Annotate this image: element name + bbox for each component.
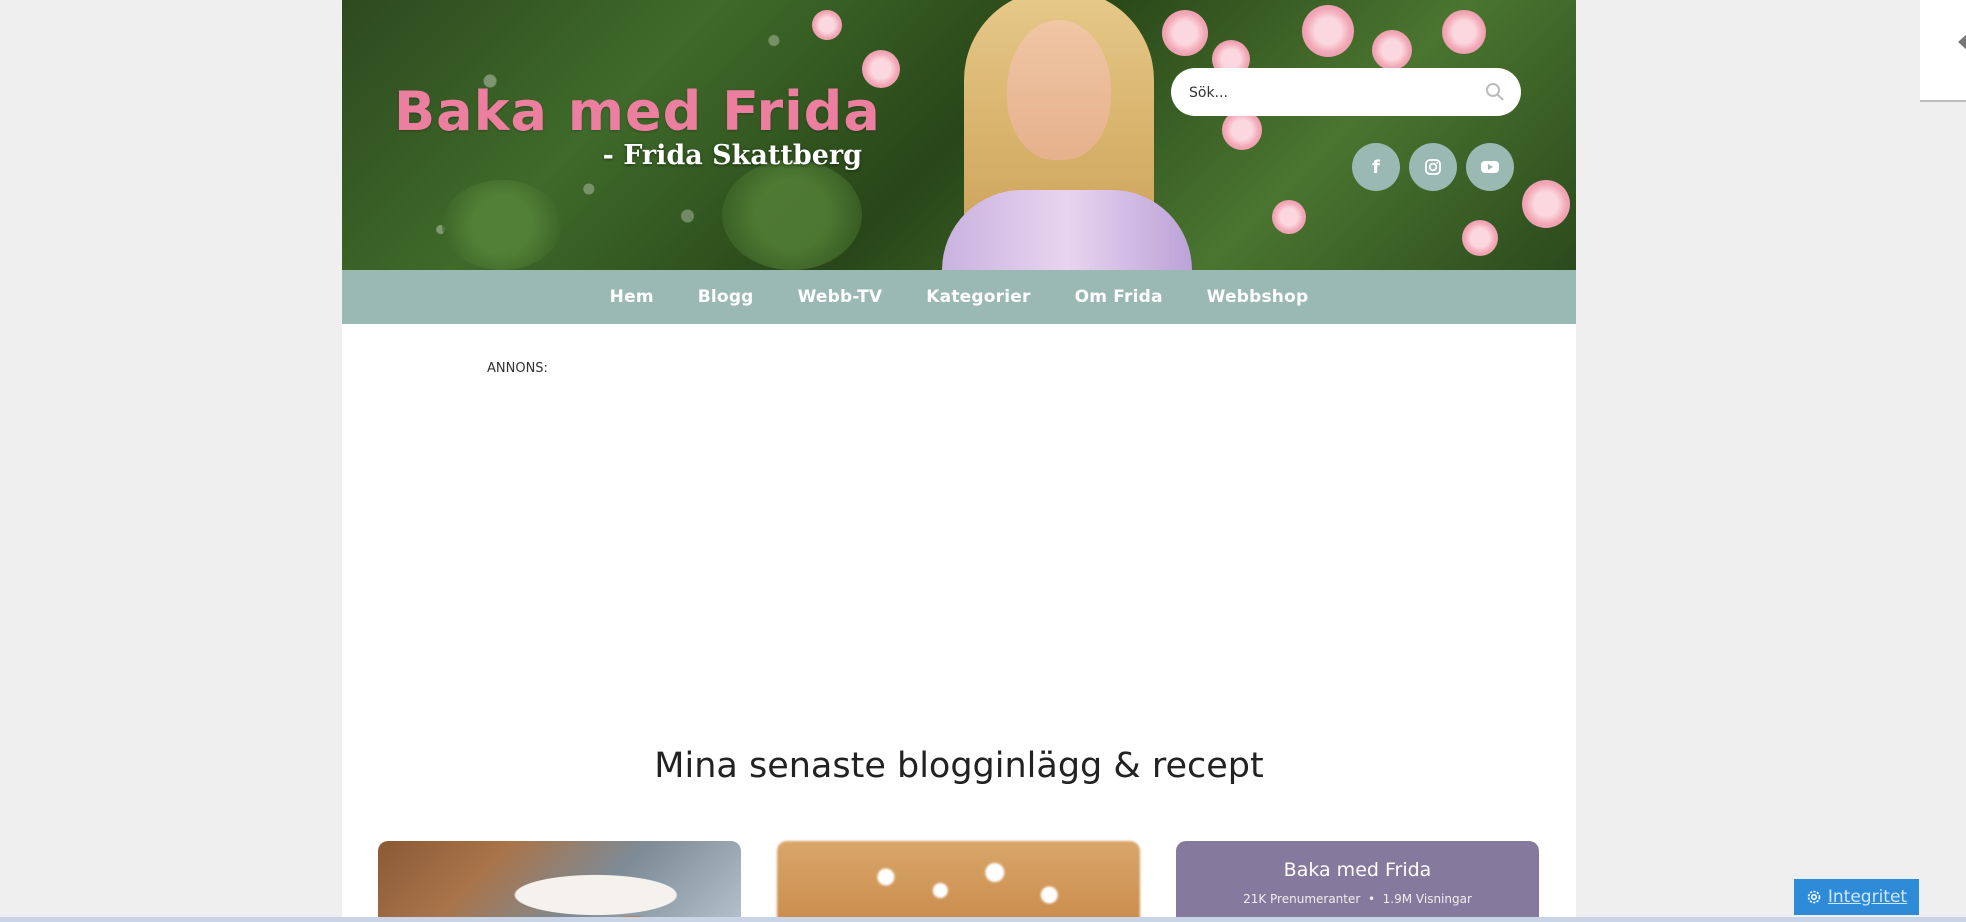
rose-decoration [1462,220,1498,256]
channel-stats: 21K Prenumeranter • 1.9M Visningar [1176,892,1539,906]
gear-icon [1807,890,1821,904]
rose-decoration [1522,180,1570,228]
search-icon[interactable] [1485,82,1505,102]
post-card-image[interactable] [378,841,741,922]
header-portrait [902,0,1242,270]
ad-label: ANNONS: [487,361,548,376]
page: Baka med Frida - Frida Skattberg f [342,0,1576,922]
site-title[interactable]: Baka med Frida [394,80,881,143]
rose-decoration [1372,30,1412,70]
instagram-icon[interactable] [1409,143,1457,191]
youtube-glyph [1481,161,1499,173]
nav-item-webbshop[interactable]: Webbshop [1185,287,1331,307]
chevron-left-icon[interactable] [1958,33,1966,51]
rose-decoration [1302,5,1354,57]
search-box [1171,68,1521,116]
nav-item-kategorier[interactable]: Kategorier [904,287,1052,307]
rose-decoration [1272,200,1306,234]
youtube-icon[interactable] [1466,143,1514,191]
search-input[interactable] [1187,80,1481,106]
site-subtitle: - Frida Skattberg [602,140,862,171]
rose-decoration [812,10,842,40]
nav-item-webb-tv[interactable]: Webb-TV [776,287,905,307]
youtube-channel-card[interactable]: Baka med Frida 21K Prenumeranter • 1.9M … [1176,841,1539,922]
latest-posts-heading: Mina senaste blogginlägg & recept [654,746,1264,786]
side-panel [1920,0,1966,102]
stats-separator: • [1367,892,1376,906]
facebook-icon[interactable]: f [1352,143,1400,191]
foliage-decoration [722,160,862,270]
bottom-bar [0,917,1966,922]
instagram-glyph [1425,159,1441,175]
foliage-decoration [442,180,562,270]
rose-decoration [1442,10,1486,54]
main-nav: Hem Blogg Webb-TV Kategorier Om Frida We… [342,270,1576,324]
subscriber-count: 21K Prenumeranter [1243,892,1361,906]
channel-title: Baka med Frida [1283,859,1432,881]
post-card-image[interactable] [777,841,1140,922]
privacy-label: Integritet [1827,887,1908,907]
nav-item-blogg[interactable]: Blogg [676,287,776,307]
privacy-button[interactable]: Integritet [1794,879,1919,915]
nav-item-om-frida[interactable]: Om Frida [1053,287,1185,307]
header-banner: Baka med Frida - Frida Skattberg f [342,0,1576,270]
nav-item-hem[interactable]: Hem [588,287,676,307]
view-count: 1.9M Visningar [1382,892,1472,906]
